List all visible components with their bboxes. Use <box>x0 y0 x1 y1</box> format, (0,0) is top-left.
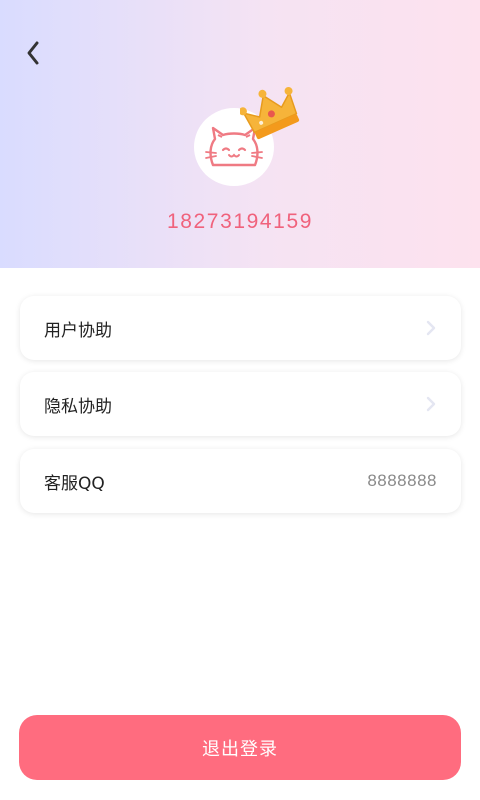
logout-button[interactable]: 退出登录 <box>19 715 461 780</box>
chevron-left-icon <box>27 41 39 65</box>
privacy-help-row[interactable]: 隐私协助 <box>20 372 461 436</box>
customer-service-qq-row[interactable]: 客服QQ 8888888 <box>20 449 461 513</box>
user-help-label: 用户协助 <box>44 320 112 341</box>
user-help-row[interactable]: 用户协助 <box>20 296 461 360</box>
chevron-right-icon <box>425 319 437 337</box>
profile-page: 18273194159 用户协助 隐私协助 客服QQ 8888888 退出登录 <box>0 0 480 800</box>
customer-service-qq-value: 8888888 <box>367 471 437 490</box>
customer-service-qq-label: 客服QQ <box>44 473 105 494</box>
back-button[interactable] <box>18 38 48 68</box>
privacy-help-label: 隐私协助 <box>44 396 112 417</box>
phone-number: 18273194159 <box>166 210 314 233</box>
crown-icon <box>240 86 300 140</box>
profile-header: 18273194159 <box>0 0 480 268</box>
chevron-right-icon <box>425 395 437 413</box>
